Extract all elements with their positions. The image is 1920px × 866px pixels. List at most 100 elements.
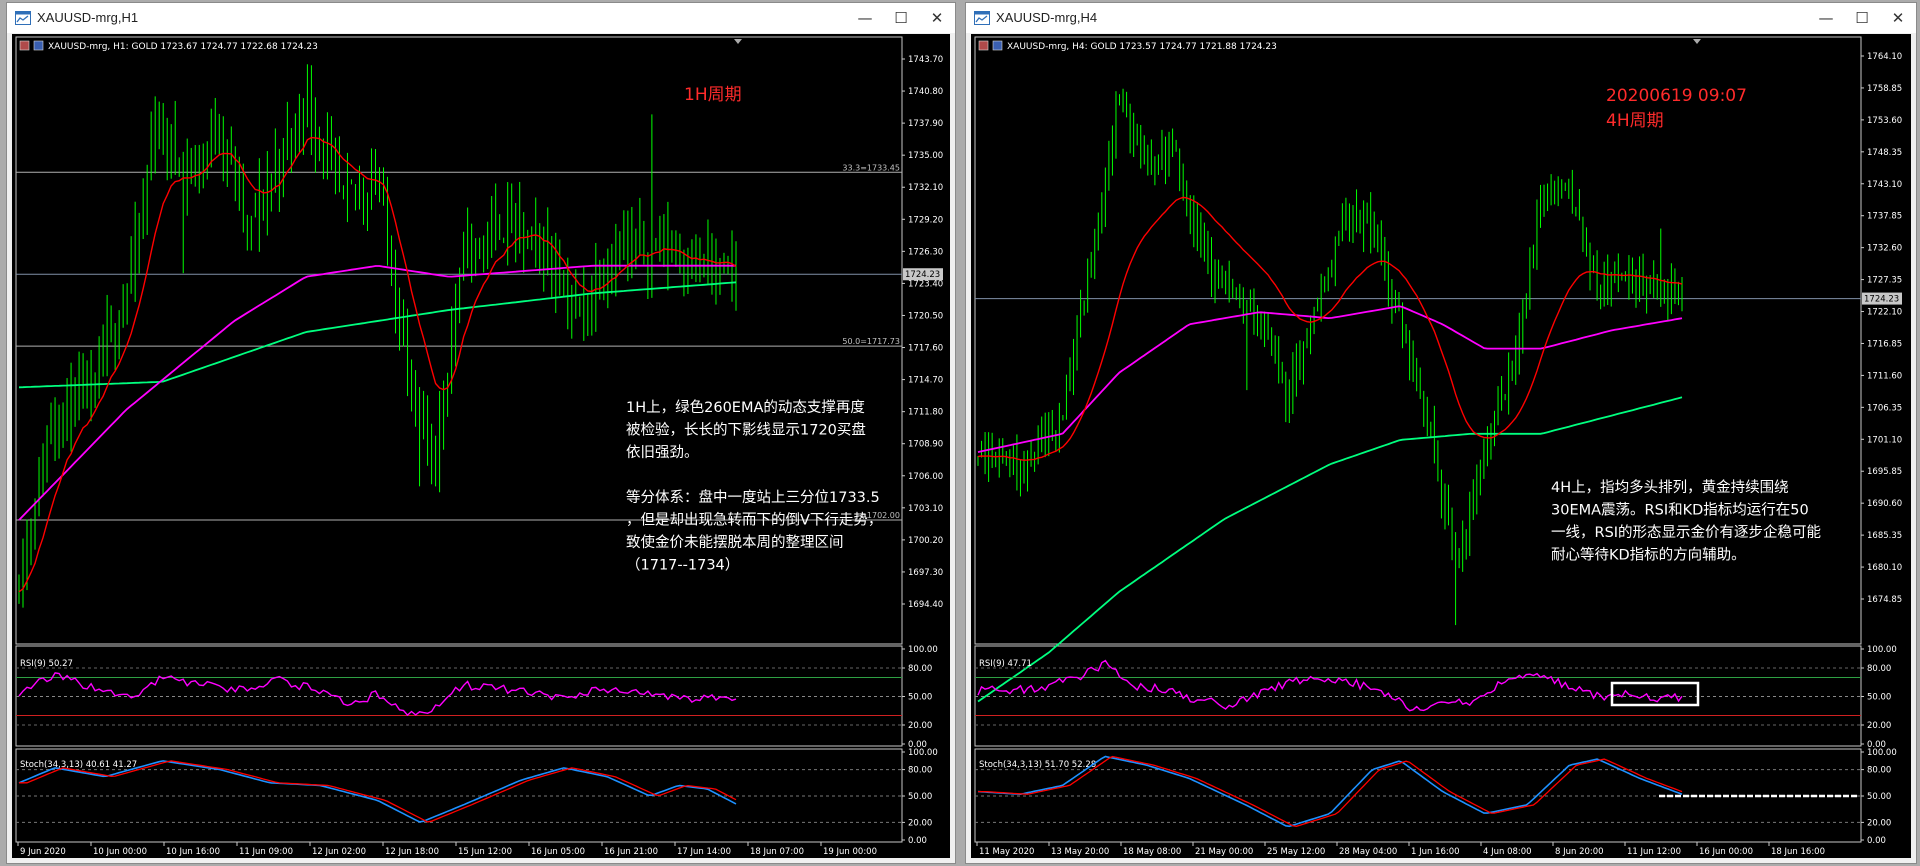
time-axis-label: 16 Jun 05:00 (531, 847, 585, 857)
rsi-highlight-box (1610, 681, 1700, 707)
stoch-axis-label: 80.00 (1867, 766, 1891, 776)
chart-window-h1[interactable]: XAUUSD-mrg,H1 — ☐ ✕ XAUUSD-mrg, H1: GOLD… (6, 2, 956, 864)
price-axis-label: 1706.35 (1867, 403, 1902, 413)
current-price-label: 1724.23 (905, 270, 940, 280)
time-axis-label: 18 Jun 16:00 (1771, 847, 1825, 857)
stoch-axis-label: 50.00 (908, 792, 932, 802)
maximize-button[interactable]: ☐ (1844, 3, 1880, 33)
price-axis-label: 1714.70 (908, 376, 943, 386)
price-axis-label: 1706.00 (908, 472, 943, 482)
price-axis-label: 1674.85 (1867, 595, 1902, 605)
time-axis-label: 13 May 20:00 (1051, 847, 1109, 857)
price-axis-label: 1727.35 (1867, 276, 1902, 286)
window-title: XAUUSD-mrg,H1 (37, 10, 139, 25)
time-axis-label: 8 Jun 20:00 (1555, 847, 1604, 857)
stoch-axis-label: 100.00 (908, 748, 938, 758)
one-click-trade-icon[interactable] (992, 40, 1003, 51)
close-button[interactable]: ✕ (919, 3, 955, 33)
chart-window-h4[interactable]: XAUUSD-mrg,H4 — ☐ ✕ XAUUSD-mrg, H4: GOLD… (965, 2, 1917, 864)
candles (977, 88, 1683, 626)
price-axis-label: 1700.20 (908, 536, 943, 546)
price-axis-label: 1764.10 (1867, 52, 1902, 62)
price-axis-label: 1729.20 (908, 215, 943, 225)
annotation-line: 依旧强劲。 (626, 444, 699, 461)
rsi-axis-label: 20.00 (1867, 721, 1891, 731)
time-axis-label: 18 Jun 07:00 (750, 847, 804, 857)
chart-window-icon (15, 11, 31, 25)
close-button[interactable]: ✕ (1880, 3, 1916, 33)
annotation-line: 30EMA震荡。RSI和KD指标均运行在50 (1551, 502, 1809, 519)
price-axis-label: 1743.70 (908, 55, 943, 65)
time-axis-label: 18 May 08:00 (1123, 847, 1181, 857)
price-axis-label: 1753.60 (1867, 116, 1902, 126)
rsi-axis-label: 50.00 (908, 693, 932, 703)
price-axis-label: 1737.85 (1867, 212, 1902, 222)
rsi-axis-label: 80.00 (908, 664, 932, 674)
fibo-level-label: 33.3=1733.45 (842, 163, 900, 172)
price-axis-label: 1716.85 (1867, 339, 1902, 349)
price-axis-label: 1708.90 (908, 440, 943, 450)
time-axis-label: 15 Jun 12:00 (458, 847, 512, 857)
price-axis-label: 1726.30 (908, 247, 943, 257)
shift-marker-icon[interactable] (734, 39, 742, 44)
time-axis-label: 17 Jun 14:00 (677, 847, 731, 857)
maximize-button[interactable]: ☐ (883, 3, 919, 33)
time-axis-label: 21 May 00:00 (1195, 847, 1253, 857)
chart-area[interactable]: XAUUSD-mrg, H4: GOLD 1723.57 1724.77 172… (971, 34, 1911, 858)
stoch-axis-label: 20.00 (1867, 818, 1891, 828)
time-axis-label: 28 May 04:00 (1339, 847, 1397, 857)
time-axis-label: 25 May 12:00 (1267, 847, 1325, 857)
price-chart-h4[interactable]: XAUUSD-mrg, H4: GOLD 1723.57 1724.77 172… (971, 34, 1913, 860)
annotation-period: 4H周期 (1606, 111, 1664, 131)
price-axis-label: 1697.30 (908, 568, 943, 578)
time-axis-label: 11 Jun 09:00 (239, 847, 293, 857)
ema-mid-line (18, 264, 736, 521)
ema-fast-line (977, 196, 1683, 461)
price-axis-label: 1685.35 (1867, 531, 1902, 541)
time-axis-label: 12 Jun 18:00 (385, 847, 439, 857)
annotation-period: 1H周期 (684, 85, 742, 105)
price-axis-label: 1717.60 (908, 344, 943, 354)
main-pane-frame (15, 36, 903, 645)
annotation-line: 一线，RSI的形态显示金价有逐步企稳可能 (1551, 523, 1821, 541)
price-axis-label: 1694.40 (908, 600, 943, 610)
rsi-axis-label: 20.00 (908, 721, 932, 731)
annotation-line: 4H上，指均多头排列，黄金持续围绕 (1551, 479, 1789, 496)
shift-marker-icon[interactable] (1693, 39, 1701, 44)
time-axis-label: 1 Jun 16:00 (1411, 847, 1460, 857)
one-click-trade-icon[interactable] (33, 40, 44, 51)
ema-mid-line (977, 305, 1683, 453)
rsi-axis-label: 50.00 (1867, 693, 1891, 703)
rsi-line (18, 672, 737, 717)
title-bar[interactable]: XAUUSD-mrg,H1 — ☐ ✕ (7, 3, 955, 33)
price-chart-h1[interactable]: XAUUSD-mrg, H1: GOLD 1723.67 1724.77 172… (12, 34, 952, 860)
one-click-trade-icon[interactable] (19, 40, 30, 51)
annotation-line: ，但是却出现急转而下的倒V下行走势， (626, 512, 882, 529)
stoch-axis-label: 0.00 (1867, 836, 1886, 846)
price-axis-label: 1690.60 (1867, 499, 1902, 509)
minimize-button[interactable]: — (847, 3, 883, 33)
price-axis-label: 1740.80 (908, 87, 943, 97)
title-bar[interactable]: XAUUSD-mrg,H4 — ☐ ✕ (966, 3, 1916, 33)
price-axis-label: 1743.10 (1867, 180, 1902, 190)
one-click-trade-icon[interactable] (978, 40, 989, 51)
stoch-axis-label: 80.00 (908, 766, 932, 776)
time-axis-label: 10 Jun 16:00 (166, 847, 220, 857)
price-axis-label: 1735.00 (908, 151, 943, 161)
annotation-line: 等分体系：盘中一度站上三分位1733.5 (626, 488, 880, 506)
price-axis-label: 1711.80 (908, 408, 943, 418)
chart-area[interactable]: XAUUSD-mrg, H1: GOLD 1723.67 1724.77 172… (12, 34, 950, 858)
stoch-label: Stoch(34,3,13) 51.70 52.28 (979, 760, 1096, 770)
annotation-line: 1H上，绿色260EMA的动态支撑再度 (626, 399, 865, 416)
window-title: XAUUSD-mrg,H4 (996, 10, 1098, 25)
time-axis-label: 16 Jun 21:00 (604, 847, 658, 857)
price-axis-label: 1720.50 (908, 311, 943, 321)
annotation-line: （1717--1734） (626, 557, 739, 574)
time-axis-label: 16 Jun 00:00 (1699, 847, 1753, 857)
price-axis-label: 1748.35 (1867, 148, 1902, 158)
minimize-button[interactable]: — (1808, 3, 1844, 33)
time-axis-label: 11 Jun 12:00 (1627, 847, 1681, 857)
current-price-label: 1724.23 (1864, 295, 1899, 305)
ema-slow-line (18, 281, 737, 389)
price-axis-label: 1758.85 (1867, 84, 1902, 94)
